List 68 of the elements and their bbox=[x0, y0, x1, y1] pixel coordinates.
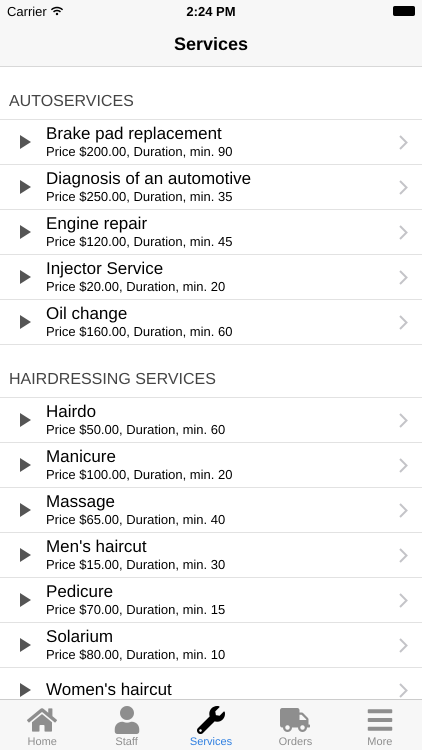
service-details: Price $200.00, Duration, min. 90 bbox=[46, 144, 234, 160]
disclosure-triangle-icon bbox=[20, 270, 31, 284]
service-title: Solarium bbox=[46, 627, 114, 647]
service-row[interactable]: Manicure Price $100.00, Duration, min. 20 bbox=[0, 443, 422, 488]
service-row[interactable]: Men's haircut Price $15.00, Duration, min. 30 bbox=[0, 533, 422, 578]
truck-icon bbox=[280, 706, 310, 734]
chevron-icon bbox=[399, 502, 408, 518]
carrier-label: Carrier bbox=[7, 4, 47, 18]
service-title: Women's haircut bbox=[46, 680, 173, 699]
chevron-icon bbox=[399, 270, 408, 284]
service-title: Men's haircut bbox=[46, 537, 148, 557]
chevron-icon bbox=[399, 412, 408, 428]
disclosure-triangle-icon bbox=[20, 458, 31, 472]
disclosure-triangle-icon bbox=[20, 225, 31, 239]
service-title: Oil change bbox=[46, 304, 128, 324]
service-row[interactable]: Hairdo Price $50.00, Duration, min. 60 bbox=[0, 398, 422, 443]
service-details: Price $120.00, Duration, min. 45 bbox=[46, 234, 234, 250]
chevron-icon bbox=[399, 458, 408, 472]
wifi-icon bbox=[50, 5, 63, 17]
service-title: Injector Service bbox=[46, 259, 164, 279]
disclosure-triangle-icon bbox=[20, 683, 31, 697]
status-time: 2:24 PM bbox=[186, 4, 236, 18]
nav-title: Services bbox=[174, 34, 248, 54]
disclosure-triangle-icon bbox=[20, 548, 31, 562]
service-title: Hairdo bbox=[46, 402, 98, 422]
wrench-icon bbox=[196, 706, 226, 734]
service-title: Brake pad replacement bbox=[46, 124, 223, 144]
chevron-icon bbox=[399, 548, 408, 562]
chevron-icon bbox=[399, 134, 408, 150]
service-title: Massage bbox=[46, 492, 116, 512]
disclosure-triangle-icon bbox=[20, 180, 31, 194]
service-details: Price $20.00, Duration, min. 20 bbox=[46, 279, 226, 295]
section-header: AUTOSERVICES bbox=[0, 67, 422, 120]
chevron-icon bbox=[399, 180, 408, 194]
service-row[interactable]: Solarium Price $80.00, Duration, min. 10 bbox=[0, 623, 422, 668]
service-details: Price $15.00, Duration, min. 30 bbox=[46, 557, 226, 573]
chevron-icon bbox=[399, 224, 408, 240]
service-details: Price $70.00, Duration, min. 15 bbox=[46, 602, 226, 618]
service-details: Price $50.00, Duration, min. 60 bbox=[46, 422, 226, 438]
service-details: Price $100.00, Duration, min. 20 bbox=[46, 467, 234, 483]
service-title: Engine repair bbox=[46, 214, 148, 234]
home-icon bbox=[27, 706, 58, 734]
service-title: Diagnosis of an automotive bbox=[46, 169, 252, 189]
section-header: HAIRDRESSING SERVICES bbox=[0, 345, 422, 398]
disclosure-triangle-icon bbox=[20, 413, 31, 427]
disclosure-triangle-icon bbox=[20, 135, 31, 149]
disclosure-triangle-icon bbox=[20, 315, 31, 329]
service-row[interactable]: Massage Price $65.00, Duration, min. 40 bbox=[0, 488, 422, 533]
tab-item[interactable]: Services bbox=[168, 700, 254, 750]
service-title: Pedicure bbox=[46, 582, 114, 602]
service-row[interactable]: Brake pad replacement Price $200.00, Duration, min. 90 bbox=[0, 120, 422, 165]
service-row[interactable]: Diagnosis of an automotive Price $250.00, Duration, min. 35 bbox=[0, 165, 422, 210]
chevron-icon bbox=[399, 638, 408, 652]
service-row[interactable]: Injector Service Price $20.00, Duration, min. 20 bbox=[0, 255, 422, 300]
chevron-icon bbox=[399, 592, 408, 608]
service-details: Price $160.00, Duration, min. 60 bbox=[46, 324, 234, 340]
service-title: Manicure bbox=[46, 447, 117, 467]
disclosure-triangle-icon bbox=[20, 638, 31, 652]
service-row[interactable]: Pedicure Price $70.00, Duration, min. 15 bbox=[0, 578, 422, 623]
battery-icon bbox=[392, 6, 415, 16]
disclosure-triangle-icon bbox=[20, 593, 31, 607]
chevron-icon bbox=[399, 314, 408, 330]
disclosure-triangle-icon bbox=[20, 503, 31, 517]
service-details: Price $65.00, Duration, min. 40 bbox=[46, 512, 226, 528]
service-row[interactable]: Oil change Price $160.00, Duration, min. 60 bbox=[0, 300, 422, 345]
service-details: Price $250.00, Duration, min. 35 bbox=[46, 189, 234, 205]
service-details: Price $80.00, Duration, min. 10 bbox=[46, 647, 226, 663]
service-row[interactable]: Engine repair Price $120.00, Duration, min. 45 bbox=[0, 210, 422, 255]
